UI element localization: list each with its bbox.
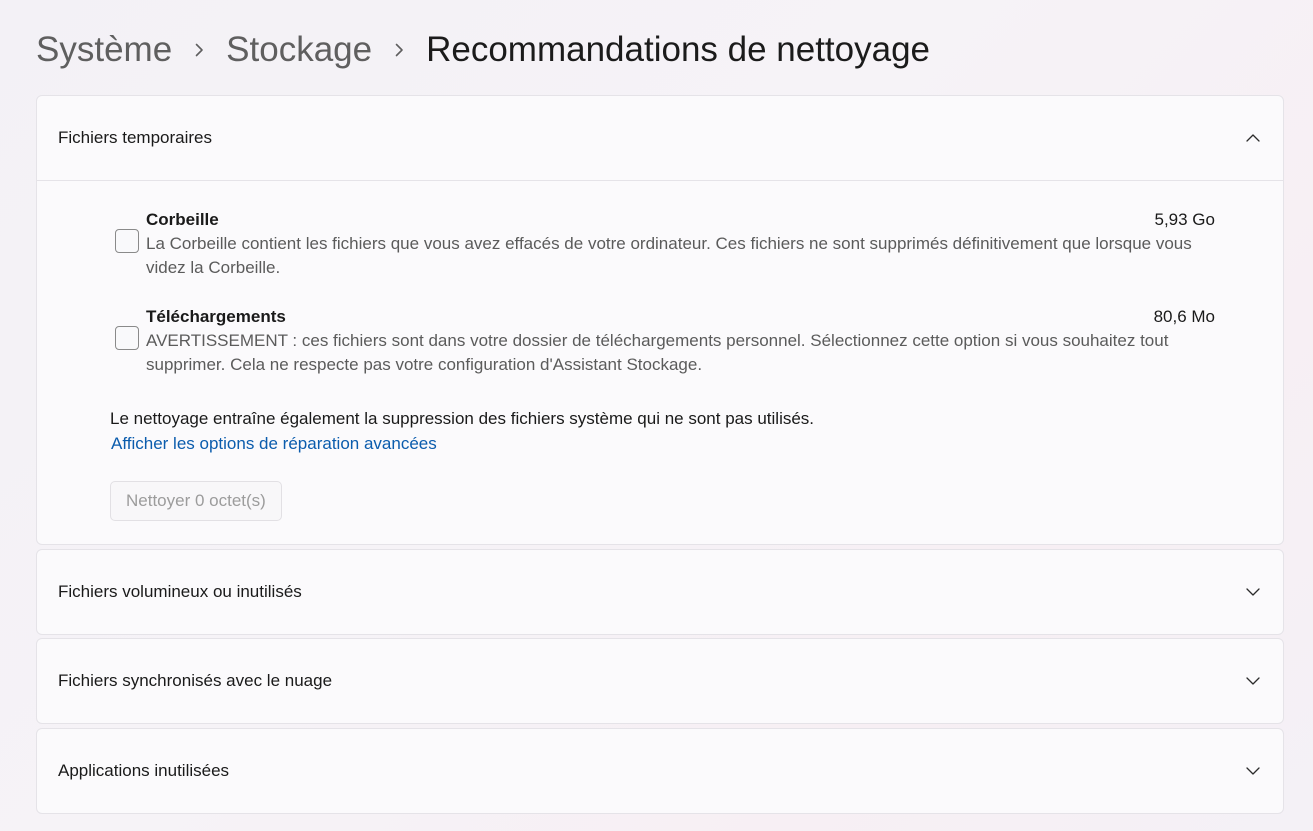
breadcrumb-item-stockage[interactable]: Stockage [226, 26, 372, 74]
item-description-line: La Corbeille contient les fichiers que v… [146, 234, 1192, 253]
corbeille-checkbox[interactable] [115, 229, 139, 253]
item-size: 80,6 Mo [1153, 307, 1215, 326]
advanced-repair-options-link[interactable]: Afficher les options de réparation avanc… [111, 432, 437, 456]
clean-button[interactable]: Nettoyer 0 octet(s) [110, 481, 282, 521]
item-description-line: supprimer. Cela ne respecte pas votre co… [146, 355, 703, 374]
section-title: Fichiers synchronisés avec le nuage [58, 671, 333, 690]
section-title: Fichiers volumineux ou inutilisés [58, 582, 302, 601]
item-text: Téléchargements 80,6 Mo AVERTISSEMENT : … [146, 305, 1215, 377]
chevron-down-icon[interactable] [1244, 583, 1262, 601]
chevron-up-icon[interactable] [1244, 129, 1262, 147]
section-title: Applications inutilisées [58, 761, 230, 780]
section-title: Fichiers temporaires [58, 128, 212, 147]
item-text: Corbeille 5,93 Go La Corbeille contient … [146, 208, 1215, 280]
chevron-down-icon[interactable] [1244, 762, 1262, 780]
page-title: Recommandations de nettoyage [426, 30, 931, 69]
item-title: Corbeille [146, 210, 219, 229]
breadcrumb: Système Stockage Recommandations de nett… [36, 26, 930, 74]
section-header-fichiers-volumineux[interactable]: Fichiers volumineux ou inutilisés [37, 550, 1283, 634]
item-title: Téléchargements [146, 307, 286, 326]
cleanup-note: Le nettoyage entraîne également la suppr… [110, 409, 815, 428]
chevron-right-icon [372, 26, 426, 74]
item-size: 5,93 Go [1154, 210, 1216, 229]
chevron-down-icon[interactable] [1244, 672, 1262, 690]
section-fichiers-volumineux[interactable]: Fichiers volumineux ou inutilisés [36, 549, 1284, 635]
breadcrumb-item-systeme[interactable]: Système [36, 26, 172, 74]
section-fichiers-temporaires: Fichiers temporaires Corbeille 5,93 Go L… [36, 95, 1284, 545]
section-header-applications-inutilisees[interactable]: Applications inutilisées [37, 729, 1283, 813]
telechargements-checkbox[interactable] [115, 326, 139, 350]
item-description-line: videz la Corbeille. [146, 258, 281, 277]
section-fichiers-synchronises[interactable]: Fichiers synchronisés avec le nuage [36, 638, 1284, 724]
item-description-line: AVERTISSEMENT : ces fichiers sont dans v… [146, 331, 1169, 350]
section-header-fichiers-temporaires[interactable]: Fichiers temporaires [37, 96, 1283, 180]
section-body: Corbeille 5,93 Go La Corbeille contient … [37, 180, 1283, 544]
section-header-fichiers-synchronises[interactable]: Fichiers synchronisés avec le nuage [37, 639, 1283, 723]
chevron-right-icon [172, 26, 226, 74]
section-applications-inutilisees[interactable]: Applications inutilisées [36, 728, 1284, 814]
